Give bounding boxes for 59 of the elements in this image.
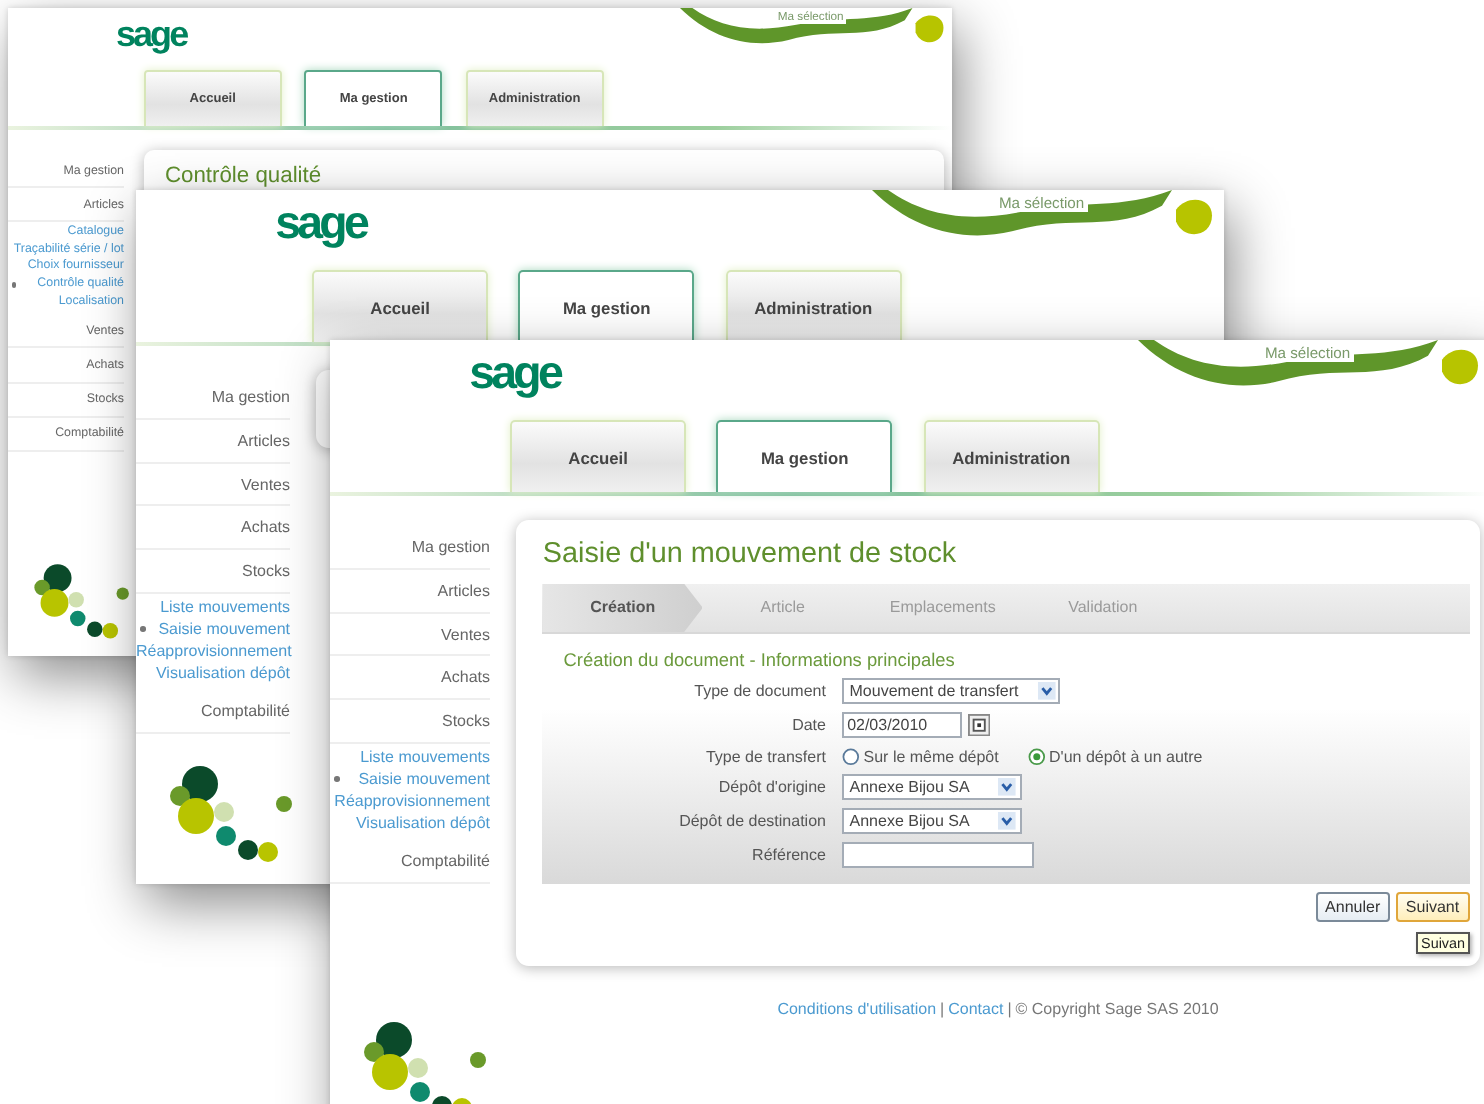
sidebar-link[interactable]: Réapprovisionnement: [136, 640, 292, 663]
sidebar-link[interactable]: Saisie mouvement: [158, 618, 290, 641]
wizard-step[interactable]: Création: [542, 583, 703, 633]
nav-tab[interactable]: Ma gestion: [518, 270, 695, 343]
calendar-icon[interactable]: [967, 714, 990, 737]
select-field[interactable]: Annexe Bijou SA: [841, 808, 1022, 834]
sidebar-item[interactable]: Comptabilité: [330, 840, 490, 884]
page-title: Contrôle qualité: [164, 163, 324, 190]
field-label: Référence: [752, 846, 826, 865]
nav-tab[interactable]: Ma gestion: [716, 420, 893, 493]
logo: sage: [115, 15, 187, 52]
radio-option[interactable]: Sur le même dépôt: [841, 747, 999, 766]
sidebar-item[interactable]: Ma gestion: [330, 526, 490, 570]
footer-link[interactable]: Conditions d'utilisation: [777, 999, 937, 1018]
section-title: Création du document - Informations principales: [563, 649, 957, 670]
sidebar-link[interactable]: Réapprovisionnement: [334, 790, 490, 813]
select-field[interactable]: Mouvement de transfert: [841, 678, 1061, 704]
dropdown-arrow-icon[interactable]: [998, 812, 1016, 830]
sidebar-item[interactable]: Achats: [330, 656, 490, 701]
select-field[interactable]: Annexe Bijou SA: [841, 774, 1022, 800]
action-button[interactable]: Suivant: [1395, 892, 1470, 922]
sidebar-item[interactable]: Achats: [136, 506, 290, 551]
radio-option[interactable]: D'un dépôt à un autre: [1027, 747, 1203, 766]
sidebar-link[interactable]: Visualisation dépôt: [155, 662, 290, 686]
nav-tab[interactable]: Administration: [923, 420, 1100, 493]
radio-icon[interactable]: [1027, 747, 1046, 766]
sidebar-item[interactable]: Ventes: [330, 613, 490, 657]
radio-icon[interactable]: [841, 747, 860, 766]
sidebar-link[interactable]: Visualisation dépôt: [355, 812, 490, 836]
input-field[interactable]: [841, 842, 1035, 869]
nav-tab[interactable]: Accueil: [510, 420, 687, 493]
sidebar-item[interactable]: Ma gestion: [136, 376, 290, 420]
sidebar-item[interactable]: Ventes: [136, 463, 290, 507]
footer-link[interactable]: Contact: [948, 999, 1004, 1018]
sidebar-item[interactable]: Articles: [330, 569, 490, 614]
action-button[interactable]: Annuler: [1315, 892, 1391, 922]
field-label: Dépôt de destination: [679, 812, 826, 831]
nav-tab[interactable]: Administration: [725, 270, 902, 343]
separator-text: |: [940, 999, 945, 1018]
dropdown-arrow-icon[interactable]: [1037, 682, 1056, 700]
sidebar-link[interactable]: Liste mouvements: [160, 595, 290, 619]
sidebar-item[interactable]: Articles: [136, 419, 290, 464]
dropdown-arrow-icon[interactable]: [998, 778, 1016, 796]
field-label: Date: [792, 716, 826, 735]
sidebar-link[interactable]: Saisie mouvement: [358, 768, 490, 791]
logo: sage: [469, 349, 561, 396]
field-label: Type de document: [694, 682, 826, 701]
logo: sage: [275, 199, 367, 246]
sidebar-item[interactable]: Comptabilité: [136, 690, 290, 734]
copyright-text: © Copyright Sage SAS 2010: [1015, 999, 1219, 1018]
field-label: Type de transfert: [705, 747, 826, 766]
separator-text: |: [1007, 999, 1012, 1018]
date-field[interactable]: 02/03/2010: [841, 712, 962, 739]
sidebar-item[interactable]: Stocks: [330, 700, 490, 745]
sidebar-item[interactable]: Stocks: [136, 550, 290, 595]
nav-tab[interactable]: Accueil: [312, 270, 489, 343]
sidebar-link[interactable]: Liste mouvements: [360, 745, 490, 769]
field-label: Dépôt d'origine: [718, 778, 826, 797]
page-title: Saisie d'un mouvement de stock: [542, 537, 959, 572]
